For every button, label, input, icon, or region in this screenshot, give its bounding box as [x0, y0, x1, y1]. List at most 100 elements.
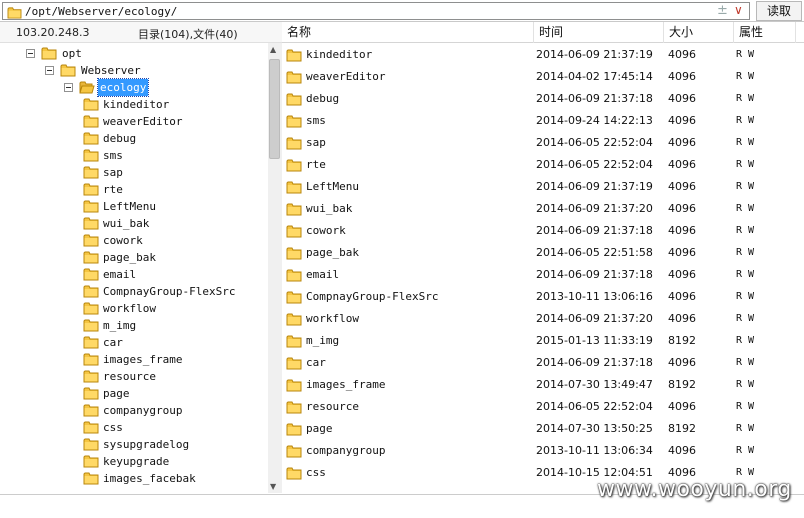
tree-node[interactable]: page_bak [0, 249, 268, 266]
file-time: 2014-06-09 21:37:20 [536, 312, 653, 325]
file-attr: R W [736, 335, 755, 346]
file-attr: R W [736, 137, 755, 148]
file-row[interactable]: sap 2014-06-05 22:52:04 4096 R W [282, 132, 804, 154]
file-name: cowork [306, 224, 346, 237]
file-time: 2014-07-30 13:49:47 [536, 378, 653, 391]
folder-icon [7, 6, 22, 19]
tree-node[interactable]: wui_bak [0, 215, 268, 232]
tree-node[interactable]: companygroup [0, 402, 268, 419]
file-size: 4096 [668, 136, 696, 149]
tree-node-label: CompnayGroup-FlexSrc [103, 285, 236, 298]
file-row[interactable]: m_img 2015-01-13 11:33:19 8192 R W [282, 330, 804, 352]
file-row[interactable]: rte 2014-06-05 22:52:04 4096 R W [282, 154, 804, 176]
file-row[interactable]: cowork 2014-06-09 21:37:18 4096 R W [282, 220, 804, 242]
tree-scrollbar[interactable]: ▲ ▼ [268, 43, 282, 493]
tree-node[interactable]: sms [0, 147, 268, 164]
folder-icon [83, 233, 99, 247]
file-list: kindeditor 2014-06-09 21:37:19 4096 R Wweav… [282, 44, 804, 494]
folder-icon [286, 246, 302, 260]
file-row[interactable]: companygroup 2013-10-11 13:06:34 4096 R W [282, 440, 804, 462]
file-size: 4096 [668, 158, 696, 171]
tree-node[interactable]: keyupgrade [0, 453, 268, 470]
tree-node[interactable]: m_img [0, 317, 268, 334]
tree-node[interactable]: ecology [0, 78, 268, 97]
folder-icon [286, 268, 302, 282]
file-name: sms [306, 114, 326, 127]
file-row[interactable]: page 2014-07-30 13:50:25 8192 R W [282, 418, 804, 440]
file-attr: R W [736, 269, 755, 280]
scroll-thumb[interactable] [269, 59, 280, 159]
path-input[interactable]: /opt/Webserver/ecology/ ± ∨ [2, 2, 750, 20]
tree-node-label: css [103, 421, 123, 434]
tree-node-label: sms [103, 149, 123, 162]
tree-node[interactable]: css [0, 419, 268, 436]
collapse-toggle-icon[interactable] [26, 49, 35, 58]
tree-node[interactable]: page [0, 385, 268, 402]
file-row[interactable]: resource 2014-06-05 22:52:04 4096 R W [282, 396, 804, 418]
tree-node[interactable]: kindeditor [0, 96, 268, 113]
folder-icon [83, 250, 99, 264]
tree-node-label: cowork [103, 234, 143, 247]
tree-node-label: kindeditor [103, 98, 170, 111]
collapse-toggle-icon[interactable] [45, 66, 54, 75]
tree-node[interactable]: images_frame [0, 351, 268, 368]
tree-node[interactable]: sap [0, 164, 268, 181]
column-time-header[interactable]: 时间 [534, 22, 664, 43]
file-row[interactable]: email 2014-06-09 21:37:18 4096 R W [282, 264, 804, 286]
file-row[interactable]: images_frame 2014-07-30 13:49:47 8192 R W [282, 374, 804, 396]
file-row[interactable]: kindeditor 2014-06-09 21:37:19 4096 R W [282, 44, 804, 66]
tree-node[interactable]: opt [0, 45, 268, 62]
file-name: workflow [306, 312, 359, 325]
folder-icon [83, 199, 99, 213]
collapse-toggle-icon[interactable] [64, 83, 73, 92]
file-name: companygroup [306, 444, 386, 457]
file-row[interactable]: LeftMenu 2014-06-09 21:37:19 4096 R W [282, 176, 804, 198]
tree-node[interactable]: weaverEditor [0, 113, 268, 130]
tree-node[interactable]: workflow [0, 300, 268, 317]
folder-icon [83, 301, 99, 315]
tree-node[interactable]: CompnayGroup-FlexSrc [0, 283, 268, 300]
file-attr: R W [736, 379, 755, 390]
tree-node[interactable]: rte [0, 181, 268, 198]
file-row[interactable]: car 2014-06-09 21:37:18 4096 R W [282, 352, 804, 374]
tree-node[interactable]: car [0, 334, 268, 351]
tree-node[interactable]: email [0, 266, 268, 283]
file-row[interactable]: CompnayGroup-FlexSrc 2013-10-11 13:06:16 4… [282, 286, 804, 308]
tree-node[interactable]: sysupgradelog [0, 436, 268, 453]
tree-node-label: Webserver [81, 64, 141, 77]
dropdown-arrow-icon[interactable]: ∨ [734, 3, 743, 17]
file-time: 2014-06-09 21:37:19 [536, 180, 653, 193]
tree-node[interactable]: images_facebak [0, 470, 268, 487]
tree-node[interactable]: Webserver [0, 62, 268, 79]
file-name: m_img [306, 334, 340, 347]
read-button[interactable]: 读取 [756, 1, 802, 21]
file-time: 2014-07-30 13:50:25 [536, 422, 653, 435]
scroll-up-icon[interactable]: ▲ [270, 45, 276, 54]
file-name: LeftMenu [306, 180, 359, 193]
tree-node-label: workflow [103, 302, 156, 315]
file-row[interactable]: wui_bak 2014-06-09 21:37:20 4096 R W [282, 198, 804, 220]
file-name: car [306, 356, 326, 369]
file-name: css [306, 466, 326, 479]
file-row[interactable]: workflow 2014-06-09 21:37:20 4096 R W [282, 308, 804, 330]
column-attr-header[interactable]: 属性 [734, 22, 796, 43]
directory-tree: opt Webserver ecology kindeditor weaverEdito… [0, 43, 282, 493]
column-name-header[interactable]: 名称 [282, 22, 534, 43]
column-size-header[interactable]: 大小 [664, 22, 734, 43]
file-attr: R W [736, 115, 755, 126]
tree-node[interactable]: resource [0, 368, 268, 385]
tree-node[interactable]: debug [0, 130, 268, 147]
file-name: CompnayGroup-FlexSrc [306, 290, 439, 303]
file-row[interactable]: page_bak 2014-06-05 22:51:58 4096 R W [282, 242, 804, 264]
file-row[interactable]: weaverEditor 2014-04-02 17:45:14 4096 R W [282, 66, 804, 88]
file-time: 2014-06-09 21:37:18 [536, 356, 653, 369]
spin-icon[interactable]: ± [717, 3, 728, 18]
tree-node-label: rte [103, 183, 123, 196]
file-row[interactable]: debug 2014-06-09 21:37:18 4096 R W [282, 88, 804, 110]
file-row[interactable]: sms 2014-09-24 14:22:13 4096 R W [282, 110, 804, 132]
file-attr: R W [736, 181, 755, 192]
file-size: 4096 [668, 312, 696, 325]
tree-node[interactable]: LeftMenu [0, 198, 268, 215]
tree-node[interactable]: cowork [0, 232, 268, 249]
scroll-down-icon[interactable]: ▼ [270, 482, 276, 491]
